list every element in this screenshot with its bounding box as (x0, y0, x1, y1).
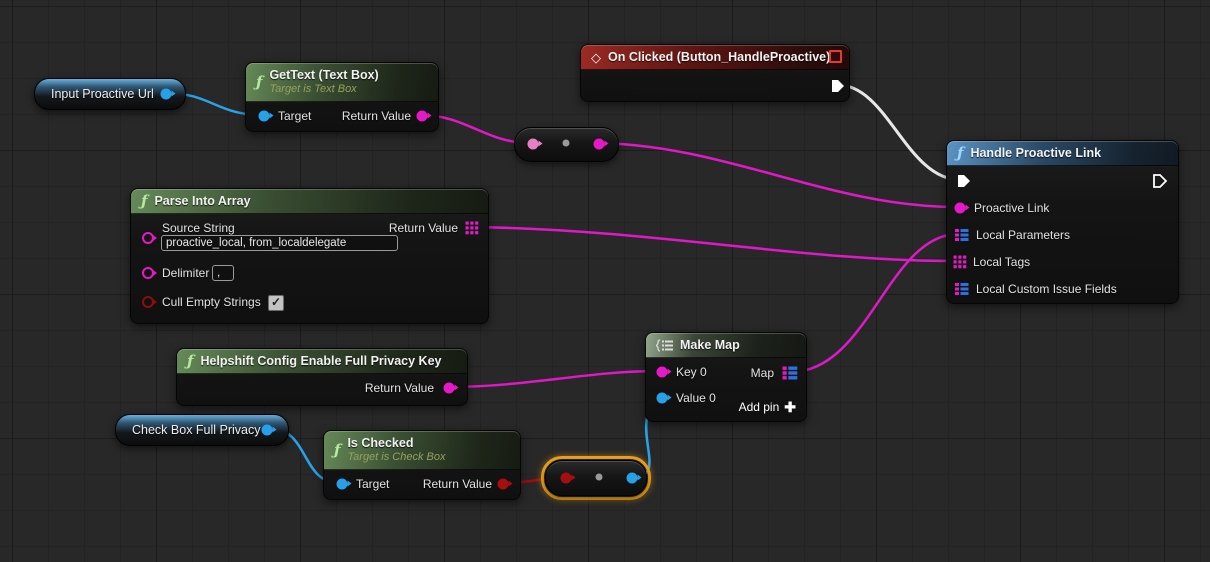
pin-label: Target (356, 477, 389, 491)
reroute-in-pin[interactable] (561, 473, 572, 484)
return-value-pin[interactable] (498, 479, 509, 490)
source-string-pin[interactable] (142, 232, 154, 244)
node-title: Handle Proactive Link (970, 146, 1101, 160)
array-pin-return-value[interactable] (466, 222, 479, 235)
event-diamond-icon: ◇ (591, 51, 601, 64)
reroute-out-pin[interactable] (594, 139, 605, 150)
pin-label: Return Value (342, 109, 411, 123)
pin-label: Proactive Link (974, 201, 1049, 215)
pin-label: Return Value (365, 381, 434, 395)
pin-label: Cull Empty Strings (162, 295, 261, 309)
pin-label: Value 0 (676, 391, 716, 405)
exec-out-pin[interactable] (831, 79, 846, 94)
map-pin-output[interactable] (783, 366, 798, 381)
function-icon: ƒ (256, 75, 262, 90)
wire-parsearray-to-localtags (473, 227, 955, 261)
value0-pin[interactable] (657, 393, 668, 404)
add-pin-button[interactable]: Add pin ✚ (739, 400, 796, 414)
node-header[interactable]: ƒ Handle Proactive Link (947, 141, 1178, 166)
pin-label: Local Parameters (976, 228, 1070, 242)
wire-onclicked-to-handle-exec (838, 85, 961, 180)
proactive-link-pin[interactable] (955, 203, 966, 214)
node-is-checked[interactable]: ƒ Is Checked Target is Check Box Target … (323, 430, 521, 500)
pin-label: Return Value (423, 477, 492, 491)
pin-label: Key 0 (676, 365, 707, 379)
node-title: Helpshift Config Enable Full Privacy Key (200, 354, 441, 368)
reroute-selection-outline (541, 456, 651, 500)
node-make-map[interactable]: Make Map Key 0 Map Value 0 Add pin ✚ (645, 332, 807, 422)
exec-in-pin[interactable] (957, 174, 972, 189)
reroute-node-string[interactable] (514, 127, 619, 162)
source-string-input[interactable] (161, 235, 398, 251)
target-pin[interactable] (337, 479, 348, 490)
plus-icon: ✚ (784, 400, 796, 414)
node-title: Make Map (680, 338, 740, 352)
node-header[interactable]: Make Map (646, 333, 806, 358)
variable-label: Input Proactive Url (51, 87, 154, 101)
node-header[interactable]: ƒ Parse Into Array (131, 189, 488, 214)
function-icon: ƒ (334, 443, 340, 458)
variable-node-input-proactive-url[interactable]: Input Proactive Url (34, 78, 186, 110)
function-icon: ƒ (141, 194, 147, 209)
node-title: On Clicked (Button_HandleProactive) (608, 50, 830, 64)
delimiter-pin[interactable] (142, 267, 154, 279)
cull-empty-strings-pin[interactable] (142, 296, 154, 308)
delegate-pin-icon[interactable] (829, 50, 842, 63)
target-pin[interactable] (259, 111, 270, 122)
pin-label: Source String (162, 221, 235, 235)
output-pin-check-box-full-privacy[interactable] (262, 425, 273, 436)
node-header[interactable]: ƒ GetText (Text Box) Target is Text Box (246, 63, 438, 102)
return-value-pin[interactable] (417, 111, 428, 122)
node-subtitle: Target is Check Box (347, 451, 445, 464)
function-icon: ƒ (187, 354, 193, 369)
exec-out-pin[interactable] (1153, 174, 1168, 189)
pin-label: Target (278, 109, 311, 123)
node-header[interactable]: ƒ Is Checked Target is Check Box (324, 431, 520, 470)
map-pin-local-parameters[interactable] (955, 228, 969, 242)
key0-pin[interactable] (657, 367, 668, 378)
node-on-clicked[interactable]: ◇ On Clicked (Button_HandleProactive) (580, 44, 850, 102)
wire-reroute1-to-proactivelink (600, 143, 957, 207)
delimiter-input[interactable] (212, 265, 234, 281)
node-subtitle: Target is Text Box (269, 83, 378, 96)
make-map-icon (656, 339, 673, 352)
wire-helpshift-to-key0 (450, 371, 659, 387)
add-pin-label: Add pin (739, 400, 780, 414)
reroute-node-bool[interactable] (545, 460, 647, 496)
node-helpshift-config-enable-full-privacy-key[interactable]: ƒ Helpshift Config Enable Full Privacy K… (176, 348, 468, 406)
node-header[interactable]: ƒ Helpshift Config Enable Full Privacy K… (177, 349, 467, 374)
pin-label: Local Tags (973, 255, 1030, 269)
reroute-dot-icon (596, 474, 603, 481)
blueprint-graph-canvas[interactable]: { "icons": { "function_glyph": "ƒ", "eve… (0, 0, 1210, 562)
reroute-out-pin[interactable] (627, 473, 638, 484)
map-pin-local-custom-issue-fields[interactable] (955, 282, 969, 296)
return-value-pin[interactable] (444, 383, 455, 394)
pin-label: Return Value (389, 221, 458, 235)
function-icon: ƒ (957, 146, 963, 161)
node-gettext[interactable]: ƒ GetText (Text Box) Target is Text Box … (245, 62, 439, 132)
node-title: Is Checked (347, 436, 445, 451)
cull-empty-strings-checkbox[interactable]: ✓ (268, 295, 284, 311)
node-title: GetText (Text Box) (269, 68, 378, 83)
node-title: Parse Into Array (154, 194, 250, 208)
pin-label: Delimiter (162, 266, 209, 280)
variable-node-check-box-full-privacy[interactable]: Check Box Full Privacy (115, 414, 289, 446)
pin-label: Local Custom Issue Fields (976, 282, 1117, 296)
reroute-in-pin[interactable] (528, 139, 539, 150)
output-pin-input-proactive-url[interactable] (161, 89, 172, 100)
node-parse-into-array[interactable]: ƒ Parse Into Array Source String Delimit… (130, 188, 489, 324)
node-handle-proactive-link[interactable]: ƒ Handle Proactive Link Proactive Link L… (946, 140, 1179, 304)
reroute-dot-icon (563, 140, 570, 147)
variable-label: Check Box Full Privacy (132, 423, 261, 437)
node-header[interactable]: ◇ On Clicked (Button_HandleProactive) (581, 45, 849, 70)
array-pin-local-tags[interactable] (954, 256, 967, 269)
pin-label: Map (751, 366, 774, 380)
